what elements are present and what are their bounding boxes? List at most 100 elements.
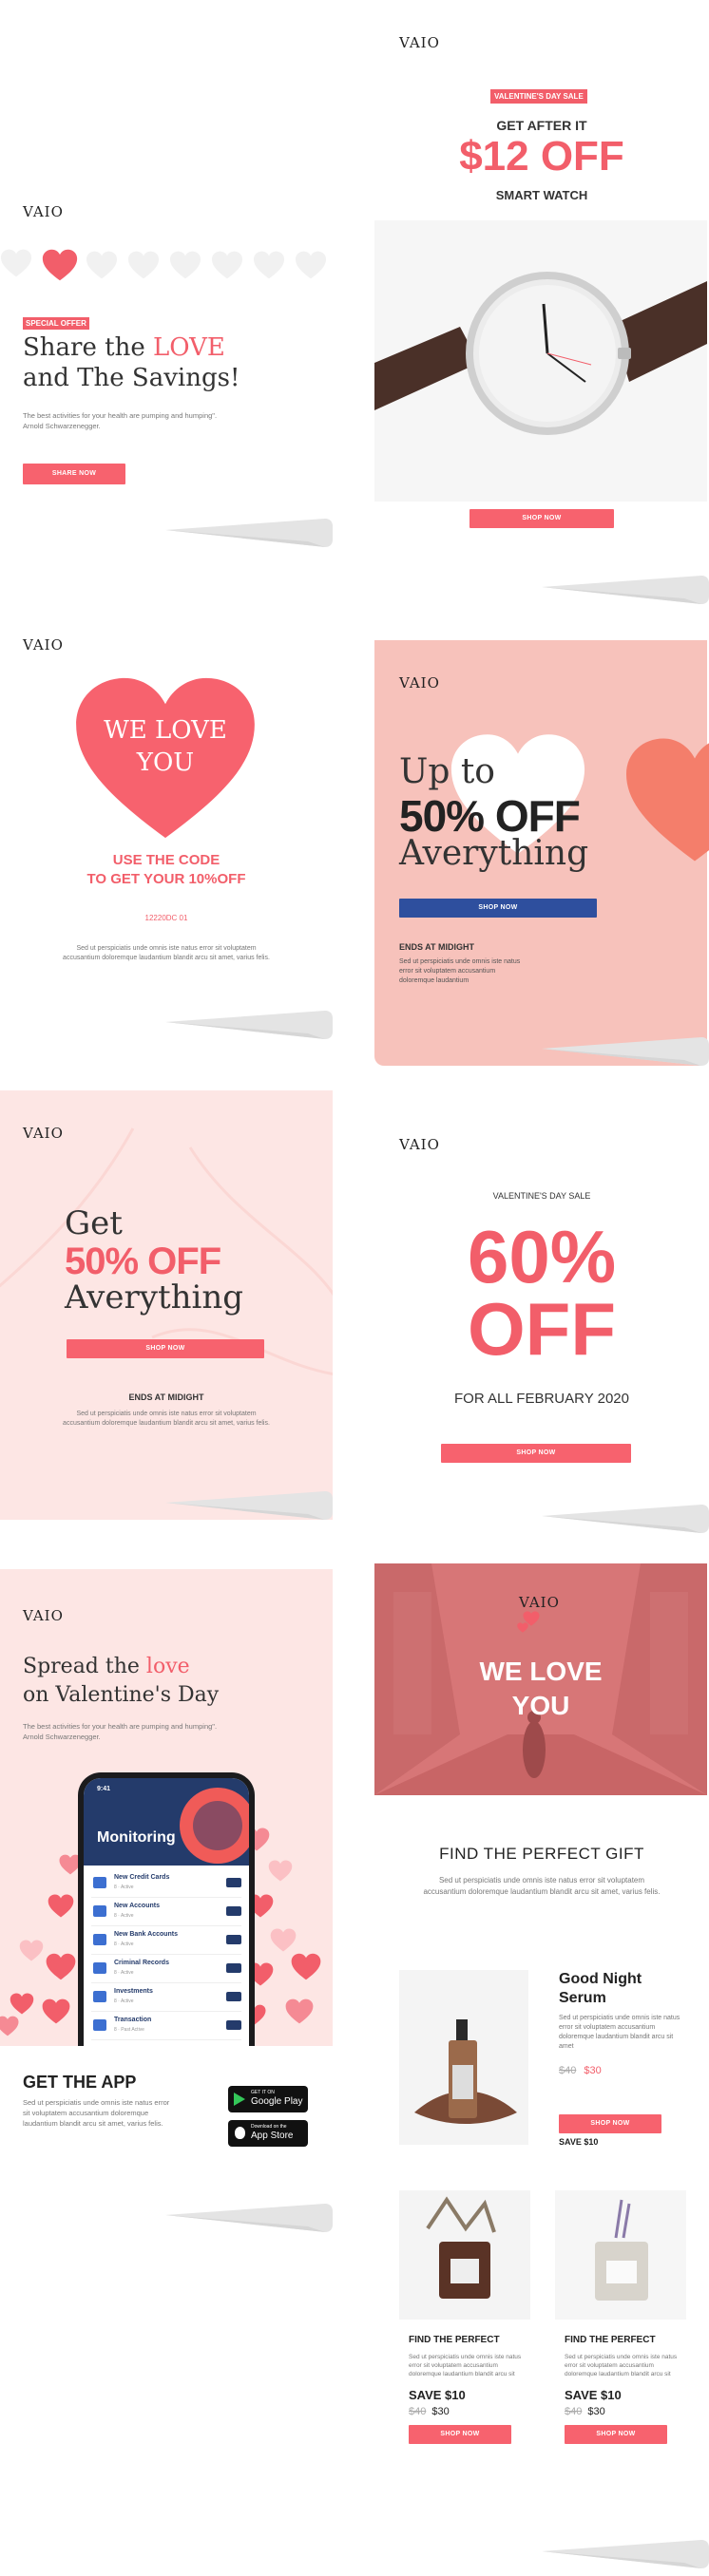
offer-line-3: Averything	[399, 834, 589, 873]
list-item-sub: 8 · Past Active	[114, 2027, 144, 2033]
toggle-icon[interactable]	[226, 1992, 241, 2001]
toggle-icon[interactable]	[226, 1935, 241, 1944]
phone-list-item[interactable]: Criminal Records 8 · Active	[91, 1955, 241, 1983]
product-card-body: Sed ut perspiciatis unde omnis iste natu…	[409, 2354, 522, 2377]
price-off: $12 OFF	[459, 133, 624, 180]
heart-text: WE LOVE YOU	[72, 714, 259, 779]
discount-code[interactable]: 12220DC 01	[0, 914, 333, 922]
shop-now-button[interactable]: SHOP NOW	[67, 1339, 264, 1358]
offer-line-1: Get	[65, 1204, 123, 1242]
kicker-text: VALENTINE'S DAY SALE	[492, 1191, 591, 1201]
product-prices: $40 $30	[559, 2065, 602, 2076]
toggle-icon[interactable]	[226, 1878, 241, 1887]
quote-text: The best activities for your health are …	[23, 1722, 218, 1741]
product-card-title: FIND THE PERFECT	[565, 2335, 656, 2345]
google-play-button[interactable]: GET IT ON Google Play	[228, 2086, 308, 2112]
headline-text: and The Savings!	[23, 364, 240, 392]
body-text: Sed ut perspiciatis unde omnis iste natu…	[63, 945, 270, 961]
list-item-sub: 8 · Active	[114, 1913, 134, 1919]
app-store-big: App Store	[251, 2131, 294, 2141]
phone-title: Monitoring	[97, 1829, 176, 1846]
heart-icon	[46, 1953, 76, 1980]
heart-text-line: YOU	[136, 748, 195, 777]
new-price: $30	[584, 2065, 602, 2076]
list-item-sub: 8 · Active	[114, 1970, 134, 1976]
shop-now-button[interactable]: SHOP NOW	[565, 2425, 667, 2444]
google-play-big: Google Play	[251, 2096, 303, 2107]
list-item-icon	[93, 2019, 106, 2031]
google-play-icon	[234, 2093, 245, 2106]
phone-list-item[interactable]: Investments 8 · Active	[91, 1983, 241, 2012]
app-title: GET THE APP	[23, 2073, 137, 2092]
hero-line: YOU	[511, 1691, 570, 1720]
heart-icon	[270, 1928, 297, 1952]
phone-list-item[interactable]: Transaction 8 · Past Active	[91, 2012, 241, 2040]
headline-love: love	[145, 1655, 190, 1678]
toggle-icon[interactable]	[226, 2020, 241, 2030]
product-title: Good Night Serum	[559, 1971, 642, 2006]
heart-icon[interactable]	[127, 251, 160, 279]
product-card-save: SAVE $10	[409, 2388, 466, 2402]
sub-text: FOR ALL FEBRUARY 2020	[454, 1391, 629, 1407]
brand-logo: VAIO	[23, 1607, 64, 1624]
headline-text: on Valentine's Day	[23, 1683, 220, 1707]
phone-list-item[interactable]: New Accounts 8 · Active	[91, 1898, 241, 1926]
phone-list: New Credit Cards 8 · Active New Accounts 8 …	[84, 1869, 249, 2040]
card-spread-the-love: VAIO Spread the love on Valentine's Day …	[0, 1569, 333, 2147]
heart-icon	[285, 1998, 314, 2024]
brand-logo: VAIO	[23, 1125, 64, 1142]
new-price: $30	[587, 2406, 605, 2417]
page-curl-decoration	[165, 1009, 333, 1041]
shop-now-button[interactable]: SHOP NOW	[441, 1444, 631, 1463]
shop-now-button[interactable]: SHOP NOW	[399, 899, 597, 918]
toggle-icon[interactable]	[226, 1906, 241, 1916]
toggle-icon[interactable]	[226, 1963, 241, 1973]
shop-now-button[interactable]: SHOP NOW	[559, 2114, 661, 2133]
page-curl-decoration	[165, 1489, 333, 1522]
heart-icon[interactable]	[253, 251, 285, 279]
list-item-sub: 8 · Active	[114, 1885, 134, 1890]
product-card-body: Sed ut perspiciatis unde omnis iste natu…	[565, 2354, 678, 2377]
share-now-button[interactable]: SHARE NOW	[23, 464, 125, 484]
list-item-title: New Accounts	[114, 1903, 160, 1909]
brand-logo: VAIO	[399, 1136, 440, 1153]
heart-icon[interactable]	[42, 249, 78, 281]
heart-icon	[291, 1953, 321, 1980]
heart-icon[interactable]	[169, 251, 201, 279]
heart-text-line: WE LOVE	[104, 716, 227, 745]
heart-icon	[0, 2016, 19, 2036]
list-item-sub: 8 · Active	[114, 1998, 134, 2004]
shop-now-button[interactable]: SHOP NOW	[469, 509, 614, 528]
product-name: SMART WATCH	[495, 188, 588, 202]
phone-screen: 9:41 Monitoring New Credit Cards 8 · Acti…	[84, 1778, 249, 2046]
phone-list-item[interactable]: New Credit Cards 8 · Active	[91, 1869, 241, 1898]
page-curl-decoration	[165, 2202, 333, 2234]
list-item-icon	[93, 1905, 106, 1917]
offer-line-1: Up to	[399, 752, 495, 791]
page-curl-decoration	[542, 574, 709, 606]
card-share-the-love: VAIO SPECIAL OFFER Share the LOVE and Th…	[0, 190, 333, 551]
heart-icon[interactable]	[295, 251, 327, 279]
heart-rating	[0, 249, 333, 279]
phone-list-item[interactable]: New Bank Accounts 8 · Active	[91, 1926, 241, 1955]
list-item-title: Criminal Records	[114, 1960, 169, 1966]
quote-text: The best activities for your health are …	[23, 411, 218, 430]
brand-logo: VAIO	[23, 636, 64, 653]
heart-icon[interactable]	[86, 251, 118, 279]
section-title: FIND THE PERFECT GIFT	[439, 1845, 644, 1863]
hero-text: WE LOVE YOU	[374, 1655, 707, 1723]
page-curl-decoration	[542, 2538, 709, 2570]
code-instructions: USE THE CODE TO GET YOUR 10%OFF	[0, 851, 333, 889]
heart-icon[interactable]	[211, 251, 243, 279]
big-off: OFF	[468, 1287, 616, 1371]
heart-icon[interactable]	[0, 249, 32, 277]
headline-text: Spread the	[23, 1655, 146, 1678]
list-item-sub: 8 · Active	[114, 1941, 134, 1947]
apple-icon	[235, 2127, 245, 2139]
app-store-button[interactable]: Download on the App Store	[228, 2120, 308, 2147]
product-card: FIND THE PERFECT Sed ut perspiciatis und…	[399, 2190, 530, 2444]
shop-now-button[interactable]: SHOP NOW	[409, 2425, 511, 2444]
page-curl-decoration	[542, 1035, 709, 1068]
card-60-off: VAIO VALENTINE'S DAY SALE 60% OFF FOR AL…	[374, 1119, 709, 1527]
card-smart-watch: VAIO VALENTINE'S DAY SALE GET AFTER IT $…	[374, 0, 709, 570]
